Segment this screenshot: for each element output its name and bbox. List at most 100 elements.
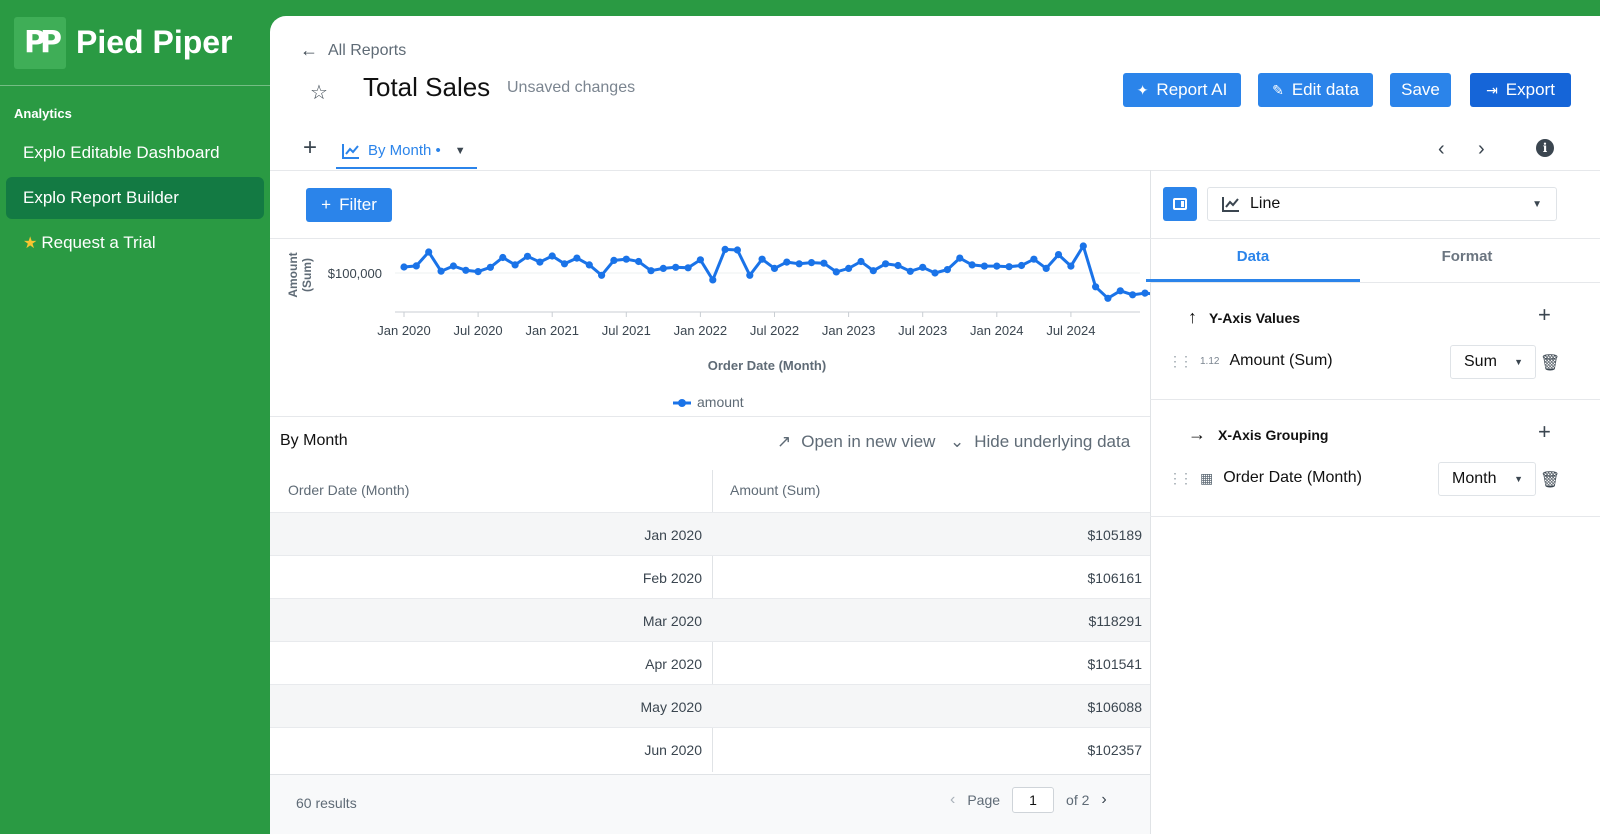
tab-data[interactable]: Data	[1146, 248, 1360, 282]
data-point	[906, 267, 914, 275]
sidebar-item-label: Explo Report Builder	[23, 188, 179, 207]
caret-down-icon: ▼	[1514, 357, 1523, 367]
y-axis-field-label: Amount (Sum)	[1229, 352, 1333, 369]
hide-data-label: Hide underlying data	[974, 432, 1131, 451]
table-row: Jun 2020 $102357	[270, 727, 1150, 770]
data-point	[758, 255, 766, 263]
page-number-input[interactable]	[1012, 787, 1055, 813]
sidebar: PP Pied Piper Analytics Explo Editable D…	[0, 0, 270, 834]
chart-type-select[interactable]: Line ▼	[1207, 187, 1557, 221]
data-point	[1067, 262, 1075, 270]
cell-order-date: Feb 2020	[642, 570, 702, 586]
trash-icon[interactable]: 🗑	[1540, 470, 1560, 490]
data-point	[400, 263, 408, 271]
pencil-icon: ✎	[1272, 81, 1284, 98]
data-point	[919, 263, 927, 271]
hide-underlying-data-link[interactable]: ⌄ Hide underlying data	[950, 432, 1130, 452]
brand-name[interactable]: Pied Piper	[76, 24, 233, 61]
x-tick-label: Jan 2023	[822, 323, 876, 338]
info-icon[interactable]: i	[1536, 139, 1554, 157]
table-row: Mar 2020 $118291	[270, 598, 1150, 641]
cell-order-date: Apr 2020	[645, 656, 702, 672]
sidebar-item-request-trial[interactable]: ★ Request a Trial	[6, 222, 264, 264]
edit-data-button[interactable]: ✎ Edit data	[1258, 73, 1373, 107]
arrow-right-icon: →	[1188, 424, 1206, 444]
trash-icon[interactable]: 🗑	[1540, 353, 1560, 373]
x-tick-label: Jan 2024	[970, 323, 1024, 338]
data-point	[486, 263, 494, 271]
results-count: 60 results	[296, 795, 357, 811]
save-button[interactable]: Save	[1390, 73, 1451, 107]
column-header-amount[interactable]: Amount (Sum)	[730, 482, 820, 498]
x-axis-field-label: Order Date (Month)	[1223, 469, 1362, 486]
panel-toggle-button[interactable]	[1163, 187, 1197, 221]
y-tick-label: $100,000	[328, 266, 382, 281]
data-point	[795, 260, 803, 268]
table-title: By Month	[280, 432, 348, 449]
data-point	[832, 268, 840, 276]
sidebar-item-editable-dashboard[interactable]: Explo Editable Dashboard	[6, 132, 264, 174]
grouping-select[interactable]: Month ▼	[1438, 462, 1536, 496]
brand: PP Pied Piper	[0, 0, 270, 86]
export-button[interactable]: ⇥ Export	[1470, 73, 1571, 107]
calendar-icon: ▦	[1200, 469, 1214, 486]
page-label: Page	[967, 792, 1001, 808]
caret-down-icon[interactable]: ▼	[455, 145, 466, 157]
sidebar-item-label: Explo Editable Dashboard	[23, 143, 220, 162]
back-link[interactable]: ← All Reports	[300, 40, 406, 61]
open-new-view-link[interactable]: ↗ Open in new view	[777, 432, 935, 452]
aggregation-select[interactable]: Sum ▼	[1450, 345, 1536, 379]
filter-button[interactable]: + Filter	[306, 188, 392, 222]
line-chart-icon	[1222, 197, 1239, 212]
page-title[interactable]: Total Sales	[363, 72, 490, 103]
chevron-right-icon[interactable]: ›	[1478, 138, 1485, 161]
column-header-order-date[interactable]: Order Date (Month)	[288, 482, 409, 498]
x-tick-label: Jul 2020	[454, 323, 503, 338]
add-y-axis-button[interactable]: +	[1538, 302, 1551, 328]
favorite-star-icon[interactable]: ☆	[310, 80, 328, 105]
data-point	[1042, 264, 1050, 272]
data-point	[536, 258, 544, 266]
table-row: Jan 2020 $105189	[270, 512, 1150, 555]
y-axis-field[interactable]: ⋮⋮ 1.12 Amount (Sum)	[1168, 352, 1333, 370]
chart-type-label: Line	[1250, 195, 1281, 212]
data-point	[807, 259, 816, 267]
report-ai-label: Report AI	[1156, 80, 1228, 99]
data-point	[659, 264, 667, 272]
data-point	[845, 264, 853, 272]
data-point	[523, 252, 532, 260]
brand-logo[interactable]: PP	[14, 16, 66, 69]
data-point	[1030, 255, 1038, 263]
tab-format[interactable]: Format	[1360, 248, 1574, 279]
chevron-left-icon[interactable]: ‹	[1438, 138, 1445, 161]
tab-by-month[interactable]: By Month • ▼	[336, 134, 477, 169]
data-point	[449, 262, 457, 270]
data-point	[647, 267, 655, 275]
sidebar-item-report-builder[interactable]: Explo Report Builder	[6, 177, 264, 219]
drag-handle-icon[interactable]: ⋮⋮	[1168, 470, 1193, 487]
x-tick-label: Jul 2021	[602, 323, 651, 338]
data-point	[499, 253, 507, 262]
x-axis-field[interactable]: ⋮⋮ ▦ Order Date (Month)	[1168, 469, 1362, 487]
prev-page-icon[interactable]: ‹	[950, 791, 955, 809]
divider	[270, 416, 1150, 417]
caret-down-icon: ▼	[1514, 474, 1523, 484]
cell-order-date: Jun 2020	[644, 742, 702, 758]
data-point	[1005, 263, 1013, 271]
data-point	[573, 254, 581, 262]
add-tab-button[interactable]: +	[303, 134, 317, 162]
divider	[1150, 238, 1600, 239]
divider	[1150, 399, 1600, 400]
next-page-icon[interactable]: ›	[1101, 791, 1106, 809]
main-panel: ← All Reports ☆ Total Sales Unsaved chan…	[270, 16, 1600, 834]
drag-handle-icon[interactable]: ⋮⋮	[1168, 353, 1193, 370]
data-point	[1017, 261, 1026, 270]
cell-amount: $102357	[1087, 742, 1142, 758]
pagination: ‹ Page of 2 ›	[950, 787, 1107, 813]
data-point	[882, 260, 890, 268]
magic-wand-icon: ✦	[1136, 81, 1149, 98]
report-ai-button[interactable]: ✦ Report AI	[1123, 73, 1241, 107]
unsaved-status: Unsaved changes	[507, 79, 636, 96]
y-axis-label: (Sum)	[300, 258, 314, 292]
add-x-axis-button[interactable]: +	[1538, 419, 1551, 445]
